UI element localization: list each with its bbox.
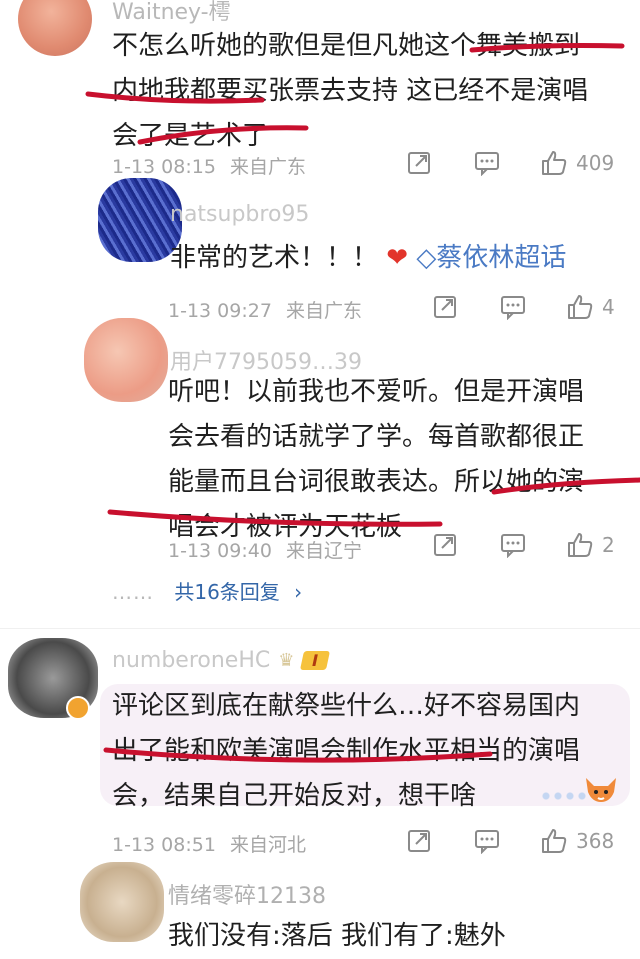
- comment-time: 1-13 08:15: [112, 156, 216, 178]
- comment-time: 1-13 09:40: [168, 540, 272, 562]
- comment-button[interactable]: [500, 294, 526, 320]
- comment-line: 会去看的话就学了学。每首歌都很正: [168, 422, 585, 452]
- comment-line: 出了能和欧美演唱会制作水平相当的演唱: [112, 736, 581, 766]
- comment-button[interactable]: [474, 828, 500, 854]
- comment-text: 非常的艺术！！！ ❤ ◇蔡依林超话: [170, 236, 566, 281]
- diamond-icon: ◇: [416, 243, 437, 273]
- comment-location: 来自辽宁: [285, 540, 362, 562]
- view-replies-label: 共16条回复: [174, 580, 280, 604]
- comment-meta: 1-13 09:40 来自辽宁: [168, 536, 362, 563]
- dots-separator: ……: [112, 580, 154, 604]
- verified-badge-icon: [66, 696, 90, 720]
- comment-icon: [501, 296, 525, 320]
- avatar[interactable]: [84, 318, 168, 402]
- comment-body: 非常的艺术！！！: [170, 243, 379, 273]
- like-icon: [568, 533, 593, 557]
- topic-link[interactable]: ◇蔡依林超话: [416, 243, 566, 273]
- share-icon: [434, 296, 456, 318]
- comment-time: 1-13 08:51: [112, 834, 216, 856]
- crown-icon: ♛: [278, 650, 295, 671]
- view-replies-link[interactable]: …… 共16条回复 ›: [112, 576, 302, 605]
- comment-icon: [501, 534, 525, 558]
- comment-meta: 1-13 08:15 来自广东: [112, 152, 306, 179]
- like-count: 4: [602, 295, 615, 319]
- like-count: 409: [576, 151, 615, 175]
- share-icon: [434, 534, 456, 556]
- chevron-right-icon: ›: [294, 580, 303, 604]
- username[interactable]: natsupbro95: [170, 202, 309, 227]
- comment-text: 不怎么听她的歌但是但凡她这个舞美搬到 内地我都要买张票去支持 这已经不是演唱 会…: [112, 24, 632, 159]
- like-button[interactable]: 409: [540, 150, 614, 176]
- comment-line: 评论区到底在献祭些什么…好不容易国内: [112, 691, 581, 721]
- username[interactable]: numberoneHC ♛ I: [112, 648, 331, 673]
- comment-location: 来自广东: [285, 300, 362, 322]
- comment-line: 听吧！以前我也不爱听。但是开演唱: [168, 377, 585, 407]
- share-icon: [408, 830, 430, 852]
- share-icon: [408, 152, 430, 174]
- share-button[interactable]: [432, 532, 458, 558]
- like-icon: [568, 295, 593, 319]
- like-button[interactable]: 2: [566, 532, 615, 558]
- like-button[interactable]: 368: [540, 828, 614, 854]
- share-button[interactable]: [432, 294, 458, 320]
- comment-button[interactable]: [474, 150, 500, 176]
- comment-meta: 1-13 08:51 来自河北: [112, 830, 306, 857]
- share-button[interactable]: [406, 828, 432, 854]
- like-icon: [542, 151, 567, 175]
- username[interactable]: Waitney-樗: [112, 0, 231, 26]
- avatar[interactable]: [80, 862, 164, 942]
- comment-line: 不怎么听她的歌但是但凡她这个舞美搬到: [112, 31, 581, 61]
- username[interactable]: 情绪零碎12138: [168, 878, 326, 910]
- comment-icon: [475, 830, 499, 854]
- level-badge: I: [300, 651, 331, 670]
- comment-time: 1-13 09:27: [168, 300, 272, 322]
- divider: [0, 628, 640, 629]
- share-button[interactable]: [406, 150, 432, 176]
- like-icon: [542, 829, 567, 853]
- avatar[interactable]: [18, 0, 92, 56]
- comment-line: 能量而且台词很敢表达。所以她的演: [168, 467, 585, 497]
- flower-decoration-icon: [540, 790, 590, 802]
- comment-text: 我们没有:落后 我们有了:魅外: [168, 921, 506, 951]
- comment-icon: [475, 152, 499, 176]
- username-label: numberoneHC: [112, 648, 271, 673]
- comment-location: 来自广东: [229, 156, 306, 178]
- comment-line: 内地我都要买张票去支持 这已经不是演唱: [112, 76, 589, 106]
- like-count: 368: [576, 829, 615, 853]
- comment-meta: 1-13 09:27 来自广东: [168, 296, 362, 323]
- comment-button[interactable]: [500, 532, 526, 558]
- like-count: 2: [602, 533, 615, 557]
- topic-label: 蔡依林超话: [436, 243, 567, 273]
- heart-icon: ❤: [386, 243, 409, 273]
- comment-location: 来自河北: [229, 834, 306, 856]
- like-button[interactable]: 4: [566, 294, 615, 320]
- comment-text: 听吧！以前我也不爱听。但是开演唱 会去看的话就学了学。每首歌都很正 能量而且台词…: [168, 370, 628, 550]
